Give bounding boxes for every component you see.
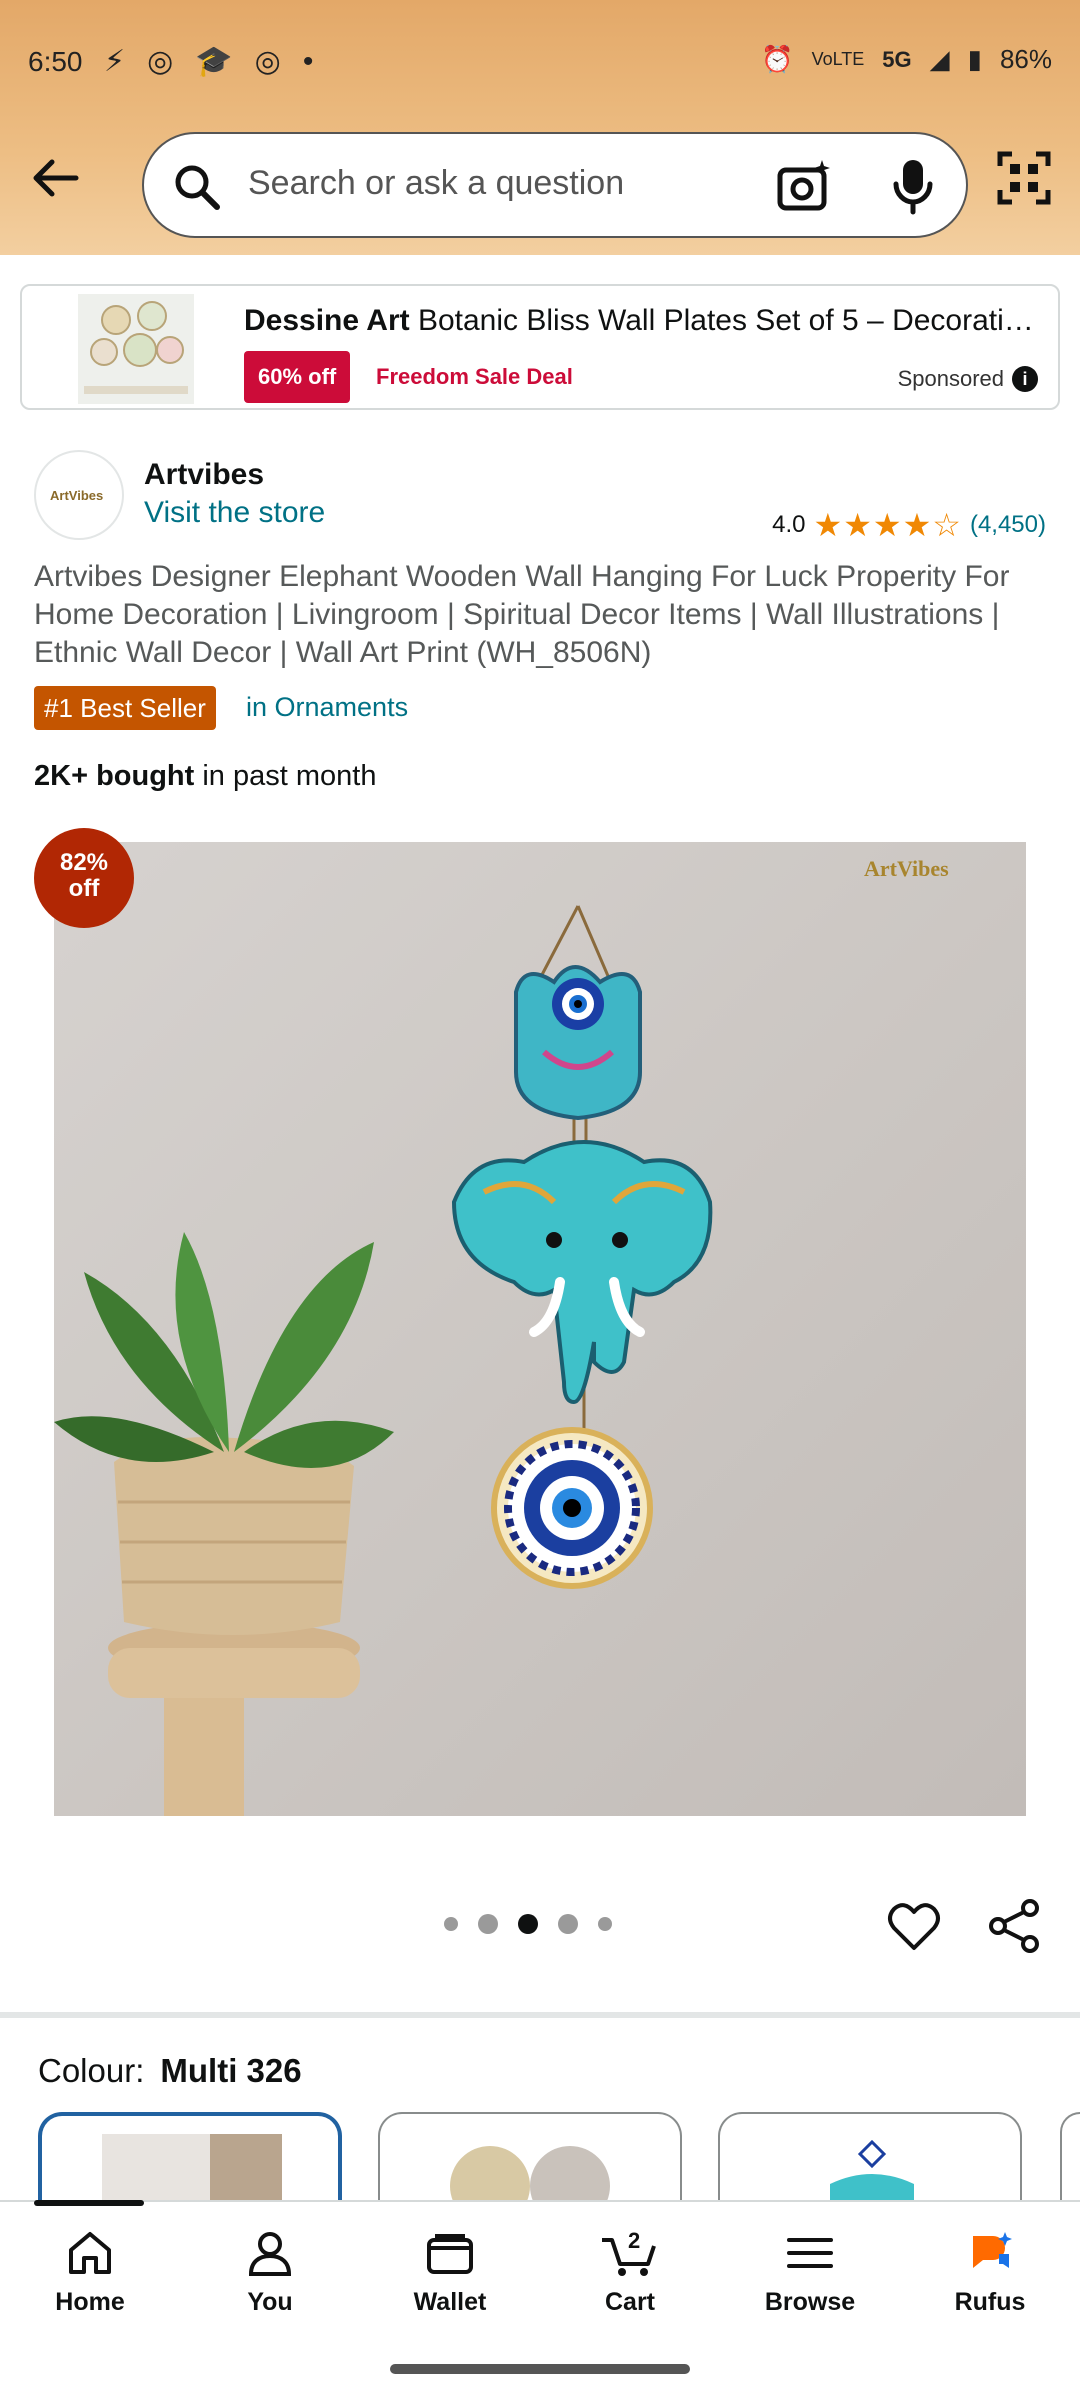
search-icon [175,165,220,210]
nav-cart[interactable]: 2 Cart [550,2228,710,2317]
signal-icon: ◢ [929,44,950,74]
nav-label: Home [55,2288,125,2316]
system-home-indicator[interactable] [390,2364,690,2374]
sponsored-text: Sponsored [897,366,1004,391]
nav-label: Rufus [954,2288,1026,2316]
back-arrow-icon[interactable] [28,150,84,206]
rating-count[interactable]: (4,450) [970,511,1046,539]
ad-discount-badge: 60% off [244,351,351,403]
ad-product-thumbnail[interactable] [78,294,194,404]
network-type: 5G [882,46,912,72]
instagram-icon: ◎ [147,45,174,78]
bottom-navigation: Home You Wallet 2 Cart Browse Rufus [0,2200,1080,2340]
purchase-count-rest: in past month [202,760,377,792]
rating-value: 4.0 [772,511,806,538]
product-illustration [54,905,713,1816]
status-bar: 6:50 ⚡ ◎ 🎓 ◎ • ⏰ VoLTE 5G ◢ ▮ 86% [0,0,1080,120]
ad-title[interactable]: Dessine Art Botanic Bliss Wall Plates Se… [244,304,1044,338]
info-icon[interactable]: i [1012,366,1038,392]
variant-swatch[interactable] [718,2112,1022,2212]
nav-rufus[interactable]: Rufus [910,2228,1070,2317]
best-seller-badge[interactable]: #1 Best Seller [34,686,216,730]
variant-swatch-peek[interactable] [1060,2112,1080,2212]
battery-icon: ▮ [967,44,982,74]
search-bar[interactable]: Search or ask a question [142,132,968,238]
nav-label: Browse [764,2288,856,2316]
carousel-dot[interactable] [558,1914,578,1934]
user-icon [248,2232,292,2276]
nav-wallet[interactable]: Wallet [370,2228,530,2317]
variant-selector-label: Colour: Multi 326 [38,2052,302,2090]
variant-label: Colour: [38,2052,145,2089]
section-divider [0,2012,1080,2018]
product-rating[interactable]: 4.0 ★★★★☆ (4,450) [772,506,1046,544]
rufus-icon [973,2232,1012,2268]
nav-active-indicator [34,2200,144,2206]
carousel-indicator[interactable] [444,1914,612,1934]
brand-watermark: ArtVibes [864,856,949,881]
purchase-count: 2K+ bought in past month [34,760,376,793]
ad-deal-label: Freedom Sale Deal [376,364,573,389]
wallet-icon [427,2234,473,2274]
alarm-icon: ⏰ [761,44,794,74]
star-rating-icon: ★★★★☆ [813,507,962,543]
nav-you[interactable]: You [190,2228,350,2317]
product-title: Artvibes Designer Elephant Wooden Wall H… [34,560,1010,669]
share-icon[interactable] [986,1898,1042,1954]
nav-label: You [247,2288,293,2316]
discount-badge: 82% off [34,828,134,928]
nav-home[interactable]: Home [10,2228,170,2317]
carousel-dot-active[interactable] [518,1914,538,1934]
nav-browse[interactable]: Browse [730,2228,890,2317]
carousel-dot[interactable] [444,1917,458,1931]
instagram-icon: ◎ [254,45,281,78]
camera-search-icon[interactable] [774,156,834,216]
purchase-count-bold: 2K+ bought [34,760,195,792]
variant-swatch[interactable] [378,2112,682,2212]
visit-store-link[interactable]: Visit the store [144,496,325,530]
product-image[interactable]: ArtVibes [54,842,1026,1816]
best-seller-category-link[interactable]: in Ornaments [246,692,408,723]
variant-swatch-selected[interactable] [38,2112,342,2212]
nav-label: Cart [604,2288,655,2316]
home-icon [69,2232,111,2274]
qr-scanner-icon[interactable] [996,150,1052,206]
search-input[interactable]: Search or ask a question [248,164,624,203]
status-time: 6:50 [28,46,83,77]
ad-title-text: Botanic Bliss Wall Plates Set of 5 – Dec… [417,304,1034,337]
seller-logo[interactable]: ArtVibes [34,450,124,540]
cart-count: 2 [628,2228,640,2253]
school-icon: 🎓 [195,45,233,78]
top-header: 6:50 ⚡ ◎ 🎓 ◎ • ⏰ VoLTE 5G ◢ ▮ 86% Search… [0,0,1080,255]
volte-icon: VoLTE [811,49,865,69]
variant-value: Multi 326 [160,2052,302,2089]
app-notification-icon: ⚡ [104,45,126,78]
nav-label: Wallet [413,2288,487,2316]
microphone-icon[interactable] [888,156,938,216]
seller-name: Artvibes [144,458,265,491]
notification-icons: ⚡ ◎ 🎓 ◎ • [104,44,313,79]
swatch-thumbnail [830,2139,914,2212]
menu-icon [787,2238,833,2268]
carousel-dot[interactable] [478,1914,498,1934]
more-dot-icon: • [302,44,314,78]
discount-off: off [68,875,100,902]
variant-swatches [38,2112,1022,2212]
ad-brand: Dessine Art [244,304,410,337]
battery-percent: 86% [999,44,1052,74]
discount-percent: 82% [59,849,109,876]
wishlist-heart-icon[interactable] [886,1898,942,1954]
sponsored-ad-banner[interactable]: Dessine Art Botanic Bliss Wall Plates Se… [20,284,1060,410]
seller-logo-text: ArtVibes [50,488,104,503]
sponsored-label[interactable]: Sponsored i [898,366,1038,392]
system-icons: ⏰ VoLTE 5G ◢ ▮ 86% [761,44,1052,75]
carousel-dot[interactable] [598,1917,612,1931]
cart-icon: 2 [602,2228,656,2276]
